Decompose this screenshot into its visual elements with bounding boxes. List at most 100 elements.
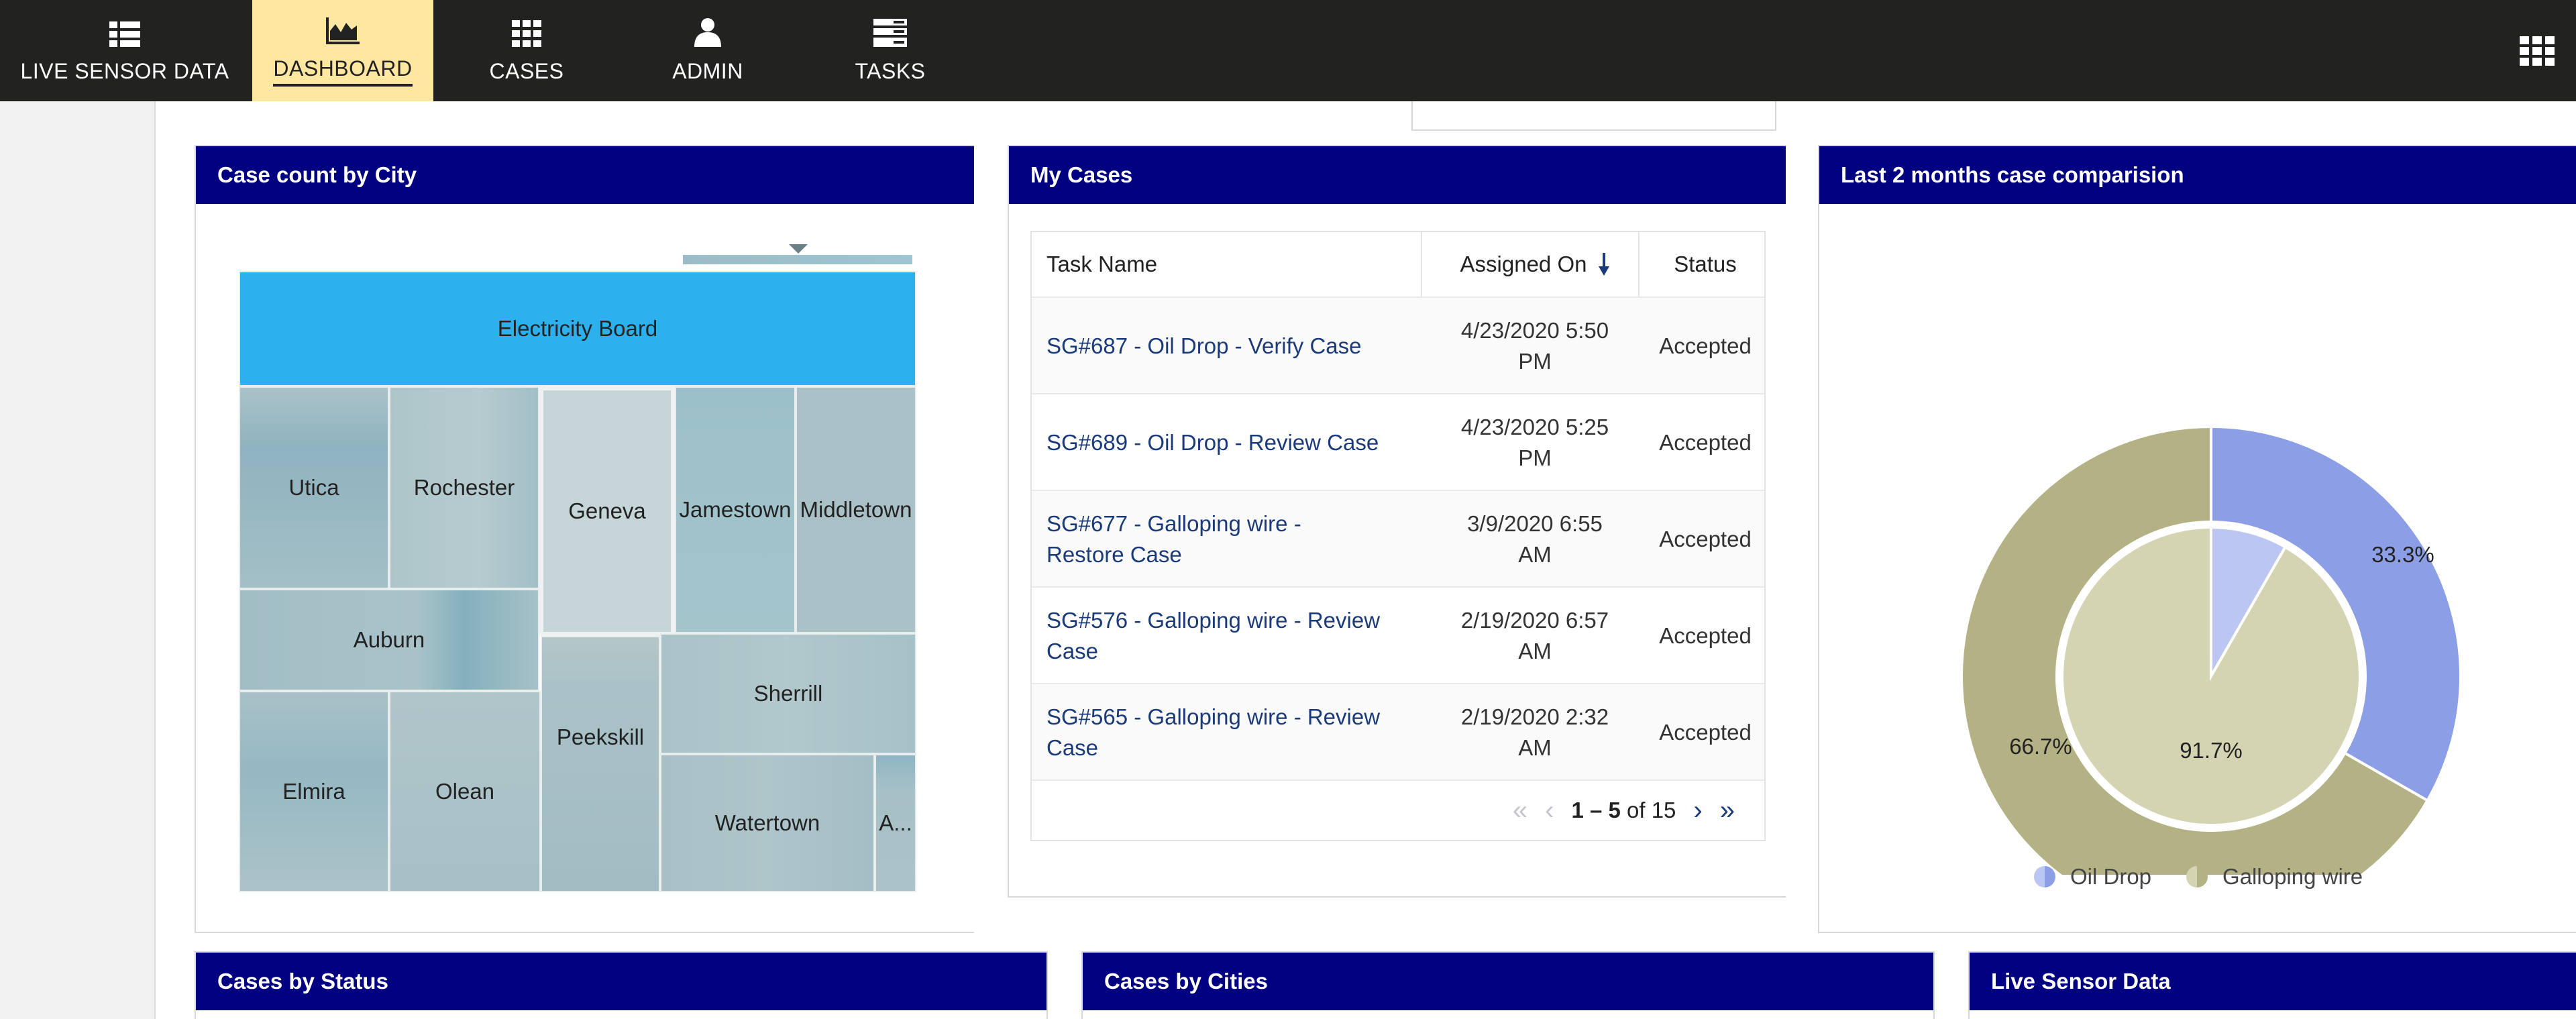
col-header-status[interactable]: Status xyxy=(1646,232,1764,297)
cell-assigned-on: 3/9/2020 6:55 AM xyxy=(1434,491,1635,588)
nav-admin[interactable]: ADMIN xyxy=(637,0,778,101)
treemap-cell-sherrill[interactable]: Sherrill xyxy=(660,633,916,754)
last-page-icon[interactable]: » xyxy=(1720,796,1735,826)
list-grid-icon xyxy=(109,17,140,47)
treemap-label: Rochester xyxy=(413,475,515,500)
apps-grid-icon[interactable] xyxy=(2518,32,2556,70)
page-info: 1 – 5 of 15 xyxy=(1571,798,1676,823)
treemap-cell-rochester[interactable]: Rochester xyxy=(389,386,539,589)
treemap-cell-peekskill[interactable]: Peekskill xyxy=(541,636,660,892)
treemap-cell-utica[interactable]: Utica xyxy=(239,386,389,589)
nav-label: DASHBOARD xyxy=(273,56,413,87)
treemap-label: A... xyxy=(879,810,912,835)
scale-marker-icon xyxy=(789,244,808,254)
col-header-task-name[interactable]: Task Name xyxy=(1046,232,1422,297)
panel-title: Last 2 months case comparision xyxy=(1819,146,2576,204)
cell-status: Accepted xyxy=(1659,623,1752,648)
table-row[interactable]: SG#565 - Galloping wire - Review Case 2/… xyxy=(1032,683,1764,780)
treemap-cell-elmira[interactable]: Elmira xyxy=(239,691,389,892)
date-line: 3/9/2020 6:55 xyxy=(1467,511,1603,536)
sort-descending-icon xyxy=(1599,253,1610,276)
date-line: 4/23/2020 5:50 xyxy=(1460,318,1609,343)
table-row[interactable]: SG#689 - Oil Drop - Review Case 4/23/202… xyxy=(1032,393,1764,490)
data-label-oil-drop-outer: 33.3% xyxy=(2371,542,2434,567)
time-suffix: PM xyxy=(1518,445,1552,470)
col-header-assigned-on[interactable]: Assigned On xyxy=(1434,232,1635,297)
panel-title: Cases by Cities xyxy=(1083,953,1933,1010)
pagination: « ‹ 1 – 5 of 15 › » xyxy=(1032,780,1764,840)
treemap-cell-auburn[interactable]: Auburn xyxy=(239,589,539,691)
treemap-cell-watertown[interactable]: Watertown xyxy=(660,754,875,892)
time-suffix: AM xyxy=(1518,542,1552,567)
panel-cases-by-status: Cases by Status xyxy=(195,951,1048,1019)
cell-status: Accepted xyxy=(1659,430,1752,455)
treemap-label: Peekskill xyxy=(556,725,645,749)
treemap-label: Watertown xyxy=(714,810,820,835)
area-chart-icon xyxy=(326,15,360,44)
cell-assigned-on: 2/19/2020 2:32 AM xyxy=(1434,684,1635,781)
table-row[interactable]: SG#677 - Galloping wire - Restore Case 3… xyxy=(1032,490,1764,586)
treemap: Electricity Board Utica Rochester Geneva… xyxy=(239,271,916,892)
legend-label[interactable]: Oil Drop xyxy=(2070,864,2151,890)
treemap-label: Auburn xyxy=(353,627,425,652)
treemap-cell-geneva[interactable]: Geneva xyxy=(539,386,675,636)
nav-dashboard[interactable]: DASHBOARD xyxy=(252,0,433,101)
time-suffix: AM xyxy=(1518,735,1552,760)
panel-case-count-by-city: Case count by City Electricity Board Uti… xyxy=(195,145,974,933)
table-row[interactable]: SG#576 - Galloping wire - Review Case 2/… xyxy=(1032,586,1764,683)
treemap-color-scale xyxy=(683,255,912,264)
panel-title: My Cases xyxy=(1009,146,1786,204)
comparison-donut-chart: 33.3% 66.7% 91.7% xyxy=(1960,425,2462,875)
treemap-label: Utica xyxy=(288,475,339,500)
treemap-label: Sherrill xyxy=(753,681,823,706)
legend-label[interactable]: Galloping wire xyxy=(2222,864,2363,890)
nav-cases[interactable]: CASES xyxy=(456,0,597,101)
page-total: of 15 xyxy=(1627,798,1676,822)
grid-icon xyxy=(512,17,541,47)
panel-live-sensor-data: Live Sensor Data xyxy=(1968,951,2576,1019)
date-line: 2/19/2020 2:32 xyxy=(1460,704,1609,729)
cell-task-name[interactable]: SG#677 - Galloping wire - Restore Case xyxy=(1046,491,1342,588)
legend-swatch-galloping-wire xyxy=(2186,866,2208,888)
cell-task-name[interactable]: SG#576 - Galloping wire - Review Case xyxy=(1046,588,1422,684)
chart-legend: Oil Drop Galloping wire xyxy=(2034,864,2363,890)
treemap-cell-jamestown[interactable]: Jamestown xyxy=(675,386,796,633)
panel-case-comparison: Last 2 months case comparision 33.3% 66.7… xyxy=(1818,145,2576,933)
treemap-cell-olean[interactable]: Olean xyxy=(389,691,541,892)
data-label-galloping-wire-outer: 66.7% xyxy=(2009,734,2072,759)
next-page-icon[interactable]: › xyxy=(1693,796,1702,826)
first-page-icon[interactable]: « xyxy=(1513,796,1527,826)
panel-title: Live Sensor Data xyxy=(1970,953,2576,1010)
header-label: Task Name xyxy=(1046,252,1158,276)
inner-slice-galloping-wire[interactable] xyxy=(2061,525,2361,826)
left-sidebar xyxy=(0,101,156,1019)
cell-task-name[interactable]: SG#689 - Oil Drop - Review Case xyxy=(1046,394,1422,491)
page-range: 1 – 5 xyxy=(1571,798,1621,822)
cell-status: Accepted xyxy=(1659,527,1752,551)
panel-title: Cases by Status xyxy=(196,953,1046,1010)
nav-label: CASES xyxy=(489,59,564,83)
header-label: Assigned On xyxy=(1460,252,1587,276)
treemap-label: Electricity Board xyxy=(497,316,658,341)
filter-box[interactable] xyxy=(1411,101,1776,131)
nav-live-sensor-data[interactable]: LIVE SENSOR DATA xyxy=(0,0,250,101)
date-line: 2/19/2020 6:57 xyxy=(1460,608,1609,633)
data-label-galloping-wire-inner: 91.7% xyxy=(2180,738,2243,763)
treemap-label: Olean xyxy=(435,779,495,804)
prev-page-icon[interactable]: ‹ xyxy=(1545,796,1554,826)
cell-task-name[interactable]: SG#687 - Oil Drop - Verify Case xyxy=(1046,298,1422,394)
cell-assigned-on: 2/19/2020 6:57 AM xyxy=(1434,588,1635,684)
treemap-cell-middletown[interactable]: Middletown xyxy=(796,386,916,633)
panel-title: Case count by City xyxy=(196,146,974,204)
treemap-cell-overflow[interactable]: A... xyxy=(875,754,916,892)
panel-cases-by-cities: Cases by Cities xyxy=(1081,951,1935,1019)
treemap-label: Elmira xyxy=(282,779,345,804)
cell-task-name[interactable]: SG#565 - Galloping wire - Review Case xyxy=(1046,684,1422,781)
tasks-icon xyxy=(873,17,907,47)
treemap-root-cell[interactable]: Electricity Board xyxy=(239,271,916,386)
panel-my-cases: My Cases Task Name Assigned On Status SG… xyxy=(1008,145,1786,898)
nav-tasks[interactable]: TASKS xyxy=(820,0,961,101)
table-row[interactable]: SG#687 - Oil Drop - Verify Case 4/23/202… xyxy=(1032,297,1764,393)
nav-label: TASKS xyxy=(855,59,926,83)
legend-swatch-oil-drop xyxy=(2034,866,2055,888)
